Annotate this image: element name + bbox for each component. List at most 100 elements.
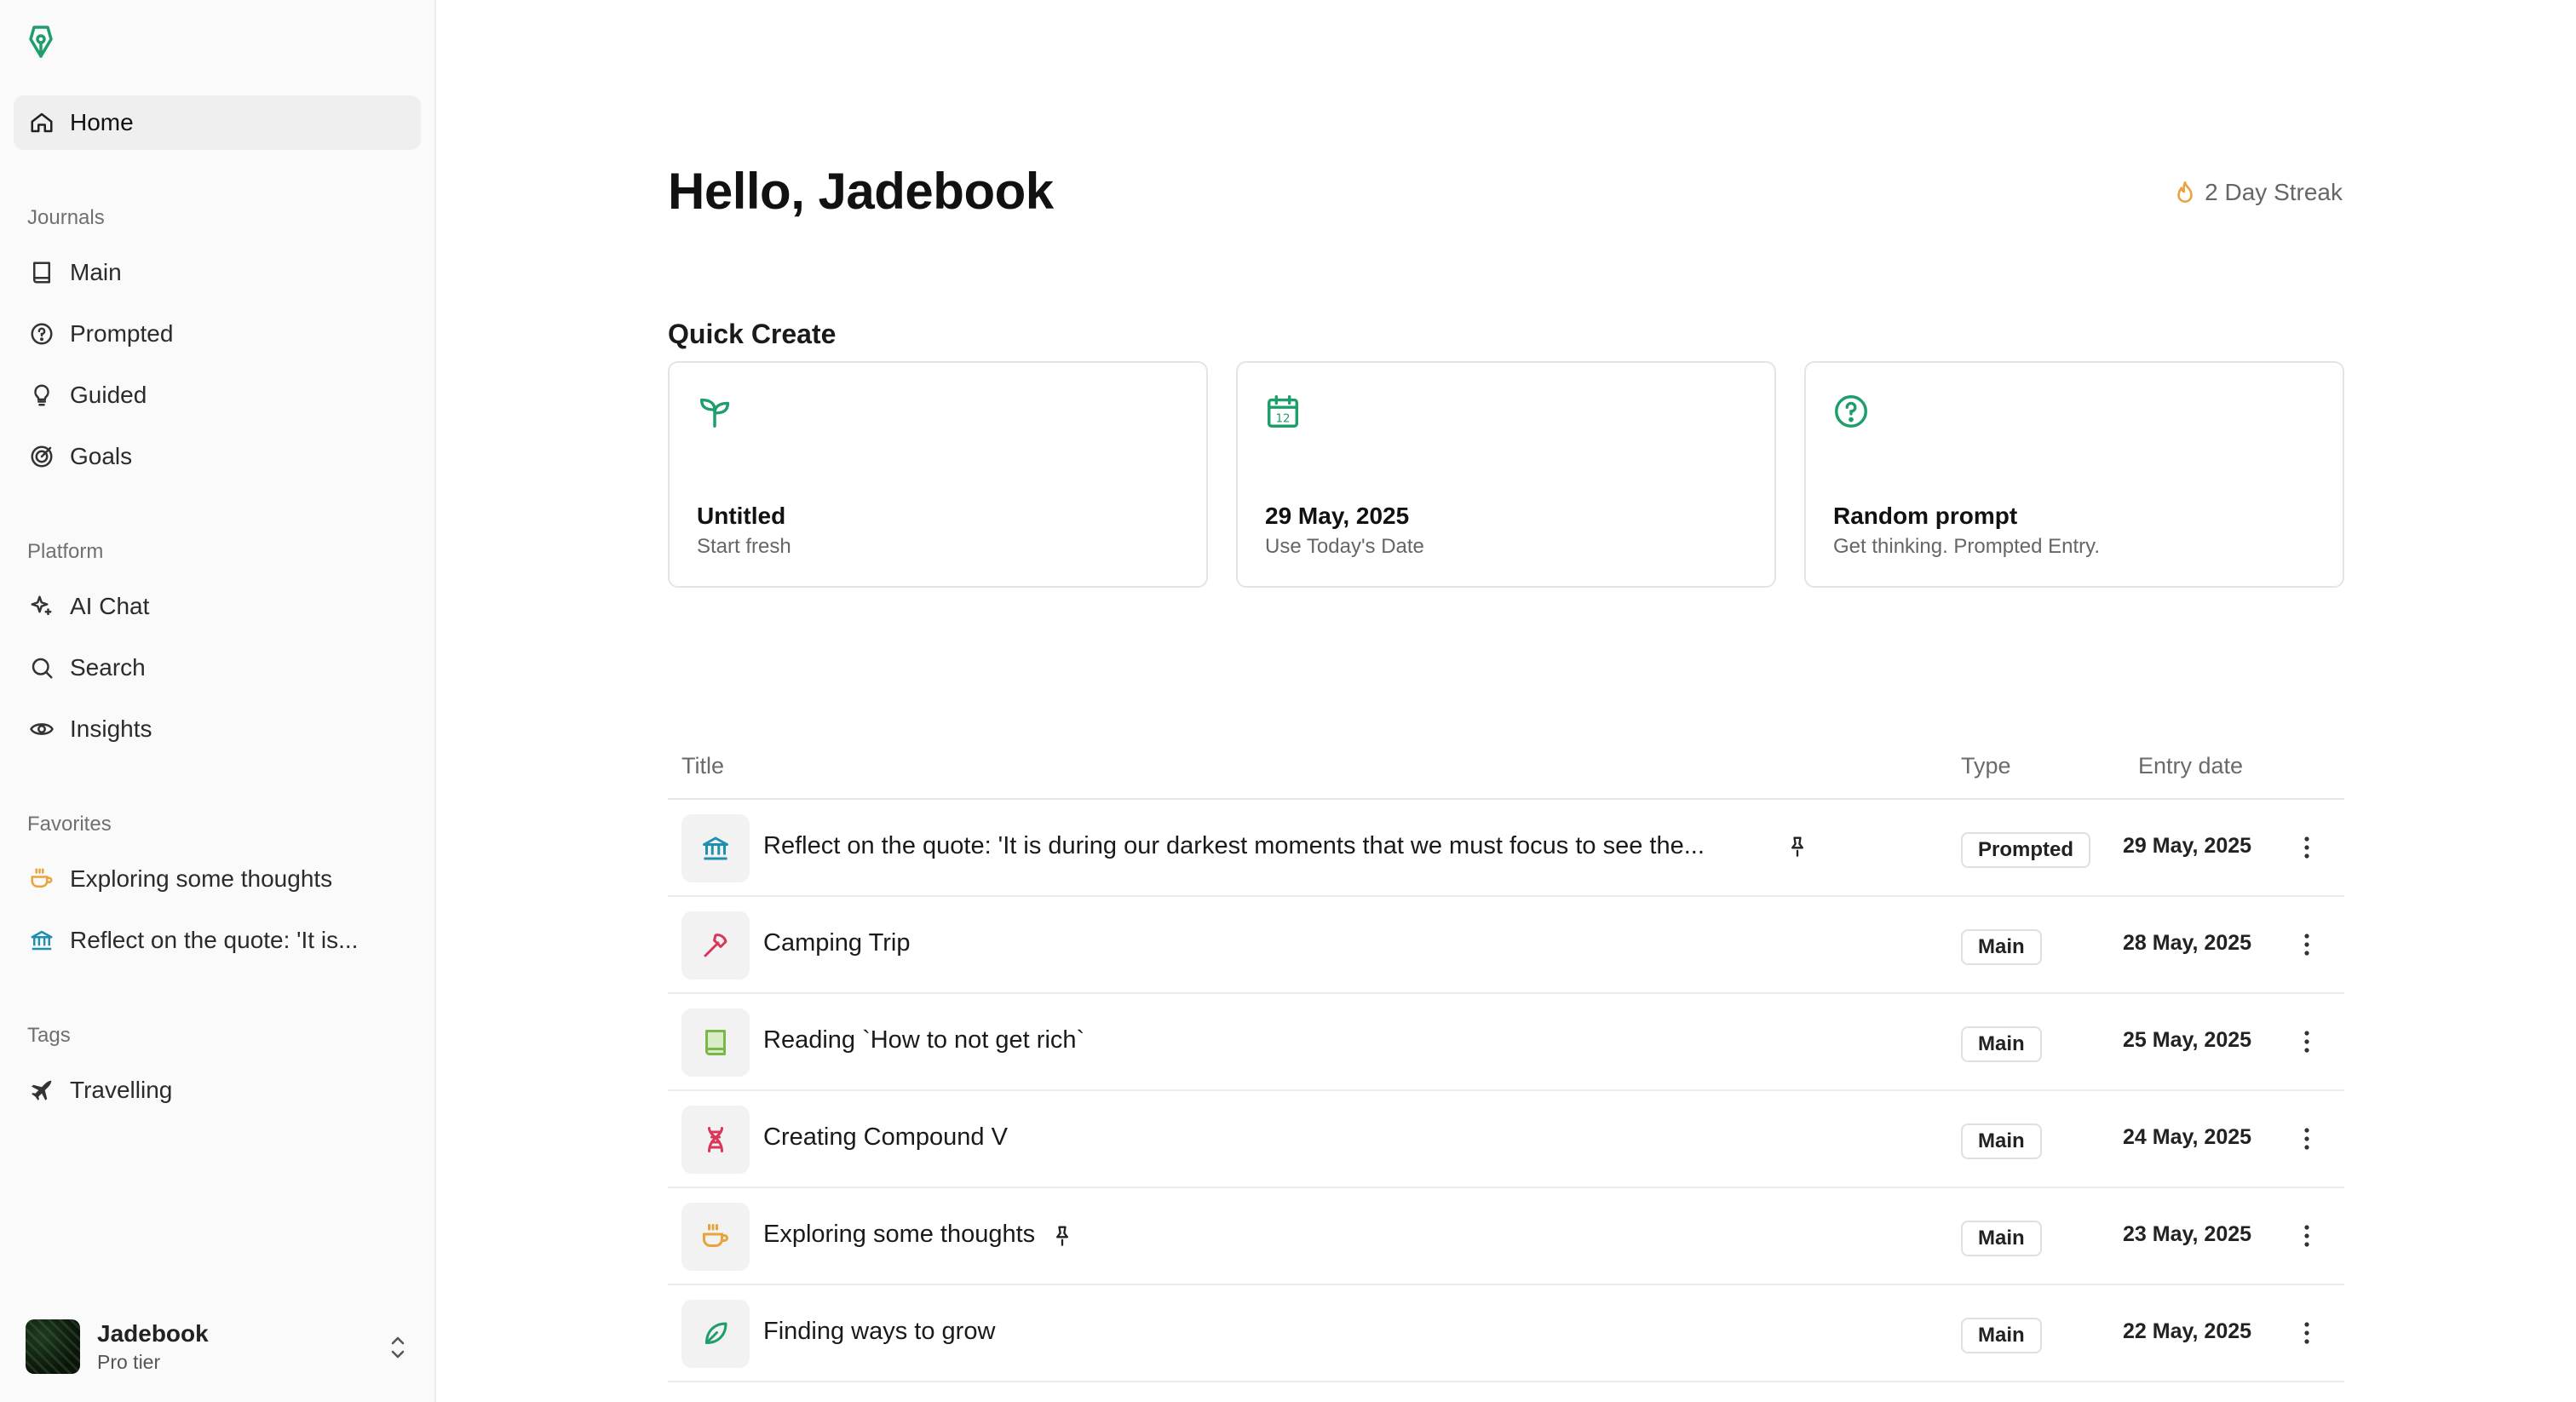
entry-date: 25 May, 2025: [2123, 1028, 2252, 1052]
quick-create-random-prompt-card[interactable]: Random prompt Get thinking. Prompted Ent…: [1804, 361, 2344, 588]
quick-create-title: Quick Create: [668, 319, 837, 349]
search-icon: [29, 655, 55, 681]
sidebar-item-label: Prompted: [70, 320, 174, 347]
more-vertical-icon[interactable]: [2302, 1123, 2312, 1154]
favorites-section-label: Favorites: [27, 813, 112, 836]
dna-icon: [708, 1127, 723, 1152]
coffee-icon: [703, 1224, 728, 1247]
column-header-type[interactable]: Type: [1961, 753, 2011, 779]
sidebar-item-label: Main: [70, 259, 122, 285]
sidebar-item-favorite-exploring[interactable]: Exploring some thoughts: [14, 852, 421, 906]
type-badge: Main: [1961, 1318, 2042, 1353]
page-title: Hello, Jadebook: [668, 163, 1054, 220]
table-row[interactable]: Reflect on the quote: 'It is during our …: [668, 800, 2344, 897]
table-row[interactable]: Camping Trip Main 28 May, 2025: [668, 897, 2344, 994]
help-circle-icon: [29, 321, 55, 347]
platform-section-label: Platform: [27, 540, 104, 563]
book-icon: [705, 1030, 726, 1055]
entry-title-text: Creating Compound V: [763, 1123, 1008, 1151]
more-vertical-icon[interactable]: [2302, 1221, 2312, 1251]
home-icon: [29, 110, 55, 135]
more-vertical-icon[interactable]: [2302, 929, 2312, 960]
sidebar-item-label: Reflect on the quote: 'It is...: [70, 927, 359, 953]
entry-title[interactable]: Finding ways to grow: [763, 1318, 995, 1346]
entry-icon-box: [681, 1008, 750, 1077]
help-circle-icon: [1831, 392, 1871, 431]
type-badge: Main: [1961, 929, 2042, 965]
sidebar-item-tag-travelling[interactable]: Travelling: [14, 1063, 421, 1118]
table-row[interactable]: Exploring some thoughts Main 23 May, 202…: [668, 1188, 2344, 1285]
sidebar-item-guided[interactable]: Guided: [14, 368, 421, 422]
chevrons-up-down-icon[interactable]: [387, 1332, 409, 1363]
quick-create-today-card[interactable]: 12 29 May, 2025 Use Today's Date: [1236, 361, 1776, 588]
quick-create-card-title: Random prompt: [1833, 503, 2018, 529]
lightbulb-icon: [29, 382, 55, 408]
column-header-entry-date[interactable]: Entry date: [2138, 753, 2243, 779]
user-profile-menu[interactable]: Jadebook Pro tier: [26, 1317, 409, 1376]
sidebar: Home Journals Main Prompted Guided Goals…: [0, 0, 436, 1402]
sidebar-item-main[interactable]: Main: [14, 245, 421, 300]
sidebar-item-label: AI Chat: [70, 593, 150, 619]
entry-title-text: Reflect on the quote: 'It is during our …: [763, 832, 1705, 859]
sidebar-item-label: Guided: [70, 382, 147, 408]
plane-icon: [29, 1077, 55, 1103]
entry-title-text: Exploring some thoughts: [763, 1221, 1036, 1248]
pin-icon[interactable]: [1050, 1223, 1074, 1247]
type-badge: Main: [1961, 1026, 2042, 1062]
quick-create-card-subtitle: Use Today's Date: [1265, 535, 1424, 558]
sidebar-item-home[interactable]: Home: [14, 95, 421, 150]
more-vertical-icon[interactable]: [2302, 832, 2312, 863]
quick-create-card-subtitle: Get thinking. Prompted Entry.: [1833, 535, 2101, 558]
sidebar-item-label: Travelling: [70, 1077, 173, 1103]
type-badge: Main: [1961, 1221, 2042, 1256]
calendar-icon: 12: [1263, 392, 1302, 431]
entry-date: 29 May, 2025: [2123, 834, 2252, 858]
quick-create-untitled-card[interactable]: Untitled Start fresh: [668, 361, 1208, 588]
app-logo-icon[interactable]: [26, 22, 56, 60]
sidebar-item-favorite-reflect[interactable]: Reflect on the quote: 'It is...: [14, 913, 421, 968]
table-row[interactable]: Creating Compound V Main 24 May, 2025: [668, 1091, 2344, 1188]
streak-label: 2 Day Streak: [2205, 179, 2343, 205]
user-tier: Pro tier: [97, 1350, 161, 1373]
more-vertical-icon[interactable]: [2302, 1318, 2312, 1348]
entry-title-text: Reading `How to not get rich`: [763, 1026, 1085, 1054]
more-vertical-icon[interactable]: [2302, 1026, 2312, 1057]
sprout-icon: [695, 392, 734, 431]
entry-icon-box: [681, 911, 750, 980]
tags-section-label: Tags: [27, 1024, 71, 1047]
sidebar-item-prompted[interactable]: Prompted: [14, 307, 421, 361]
sidebar-item-goals[interactable]: Goals: [14, 429, 421, 484]
flame-icon: [2177, 181, 2193, 203]
sidebar-item-search[interactable]: Search: [14, 641, 421, 695]
eye-icon: [29, 716, 55, 742]
entry-icon-box: [681, 1300, 750, 1368]
entry-title[interactable]: Camping Trip: [763, 929, 910, 957]
entry-icon-box: [681, 1203, 750, 1271]
table-row[interactable]: Finding ways to grow Main 22 May, 2025: [668, 1285, 2344, 1382]
entry-date: 28 May, 2025: [2123, 931, 2252, 955]
entry-title[interactable]: Reflect on the quote: 'It is during our …: [763, 832, 1705, 860]
entry-date: 22 May, 2025: [2123, 1319, 2252, 1343]
entry-title[interactable]: Creating Compound V: [763, 1123, 1008, 1152]
user-name: Jadebook: [97, 1319, 209, 1347]
sidebar-item-label: Exploring some thoughts: [70, 865, 333, 892]
column-header-title[interactable]: Title: [681, 753, 724, 779]
sidebar-item-ai-chat[interactable]: AI Chat: [14, 579, 421, 634]
entry-title[interactable]: Exploring some thoughts: [763, 1221, 1074, 1249]
entry-title[interactable]: Reading `How to not get rich`: [763, 1026, 1084, 1054]
landmark-icon: [29, 928, 55, 953]
table-row[interactable]: Reading `How to not get rich` Main 25 Ma…: [668, 994, 2344, 1091]
avatar: [26, 1319, 80, 1374]
entry-title-text: Camping Trip: [763, 929, 911, 957]
target-icon: [29, 444, 55, 469]
coffee-icon: [29, 866, 55, 892]
sidebar-item-label: Insights: [70, 715, 152, 742]
book-icon: [29, 260, 55, 285]
entry-icon-box: [681, 814, 750, 882]
landmark-icon: [703, 836, 728, 860]
pin-icon[interactable]: [1785, 834, 1809, 858]
entry-date: 23 May, 2025: [2123, 1222, 2252, 1246]
sidebar-item-insights[interactable]: Insights: [14, 702, 421, 756]
quick-create-card-subtitle: Start fresh: [697, 535, 791, 558]
quick-create-card-title: 29 May, 2025: [1265, 503, 1410, 529]
